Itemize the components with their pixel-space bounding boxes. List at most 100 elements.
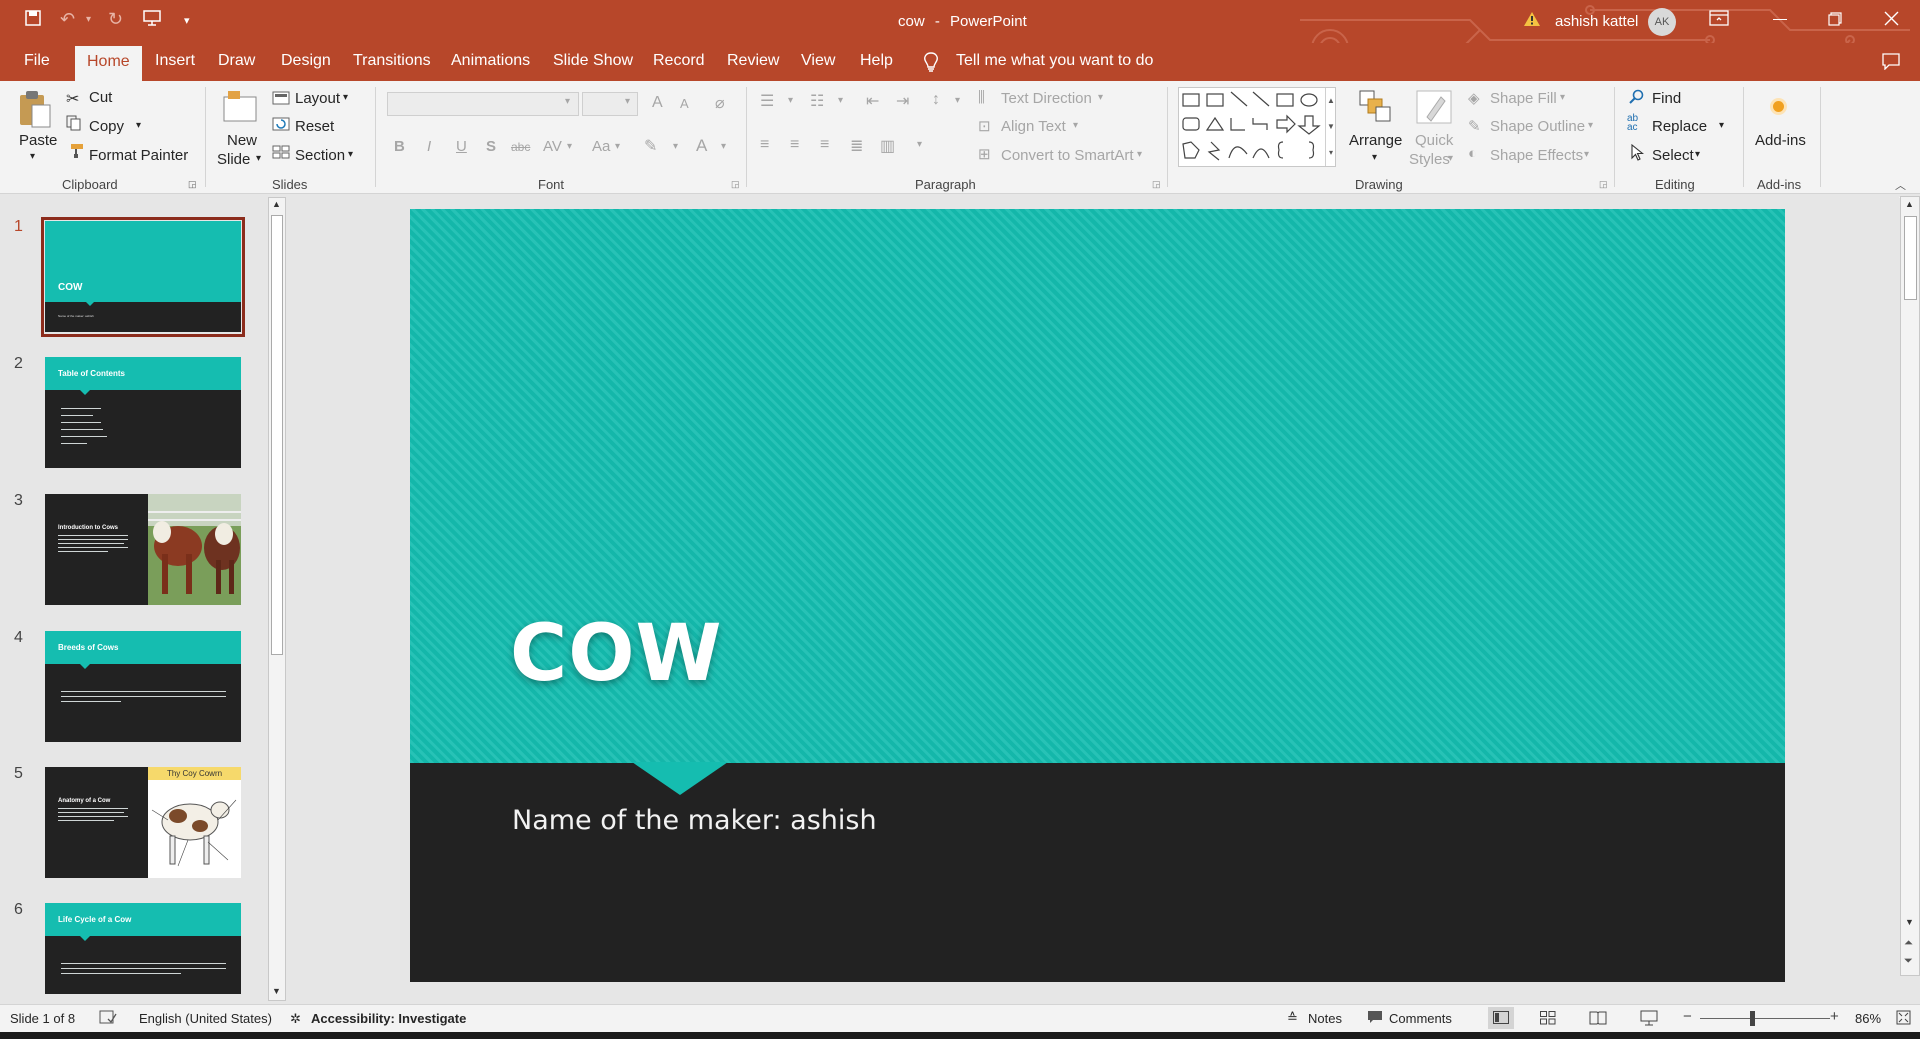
align-text-dropdown-icon[interactable]: ▾ xyxy=(1073,120,1078,131)
replace-dropdown-icon[interactable]: ▾ xyxy=(1719,120,1724,131)
collapse-ribbon-icon[interactable]: ︿ xyxy=(1895,177,1906,193)
redo-icon[interactable]: ↻ xyxy=(108,9,123,30)
tab-slide-show[interactable]: Slide Show xyxy=(553,52,633,70)
tab-home[interactable]: Home xyxy=(75,46,142,81)
fit-to-window-icon[interactable] xyxy=(1896,1010,1911,1028)
cut-button[interactable]: Cut xyxy=(89,89,112,106)
convert-smartart-button[interactable]: Convert to SmartArt xyxy=(1001,147,1134,164)
font-name-dropdown-icon[interactable]: ▾ xyxy=(565,96,570,107)
quick-styles-button[interactable]: Quick xyxy=(1415,132,1453,149)
align-right-icon[interactable]: ≡ xyxy=(820,136,829,154)
previous-slide-icon[interactable]: ⏶ xyxy=(1904,937,1913,950)
highlight-dropdown-icon[interactable]: ▾ xyxy=(673,141,678,152)
layout-dropdown-icon[interactable]: ▾ xyxy=(343,92,348,103)
scroll-thumb[interactable] xyxy=(1904,216,1917,300)
scroll-down-icon[interactable]: ▼ xyxy=(1905,917,1914,927)
change-case-button[interactable]: Aa xyxy=(592,138,610,155)
tab-help[interactable]: Help xyxy=(860,52,893,70)
paste-icon[interactable] xyxy=(18,89,52,133)
comments-pane-icon[interactable] xyxy=(1882,53,1900,74)
align-left-icon[interactable]: ≡ xyxy=(760,136,769,154)
tab-file[interactable]: File xyxy=(24,52,50,70)
normal-view-icon[interactable] xyxy=(1488,1007,1514,1029)
format-painter-button[interactable]: Format Painter xyxy=(89,147,188,164)
font-color-icon[interactable]: A xyxy=(696,136,707,156)
present-icon[interactable] xyxy=(142,9,162,32)
notes-button[interactable]: Notes xyxy=(1308,1011,1342,1026)
editor-scrollbar[interactable]: ▲ ▼ ⏶ ⏷ xyxy=(1900,196,1920,976)
save-icon[interactable] xyxy=(24,9,42,32)
underline-button[interactable]: U xyxy=(456,138,467,155)
find-button[interactable]: Find xyxy=(1652,90,1681,107)
shape-fill-dropdown-icon[interactable]: ▾ xyxy=(1560,92,1565,103)
slide-thumbnail-2[interactable]: Table of Contents xyxy=(45,357,241,468)
accessibility-status[interactable]: Accessibility: Investigate xyxy=(311,1011,466,1026)
customize-qat-icon[interactable]: ▾ xyxy=(184,14,190,27)
language-status[interactable]: English (United States) xyxy=(139,1011,272,1026)
user-name[interactable]: ashish kattel xyxy=(1555,13,1638,30)
slide-sorter-icon[interactable] xyxy=(1540,1011,1556,1028)
quick-styles-label[interactable]: Styles xyxy=(1409,151,1450,168)
columns-dropdown-icon[interactable]: ▾ xyxy=(917,139,922,150)
justify-icon[interactable]: ≣ xyxy=(850,136,863,156)
bullets-dropdown-icon[interactable]: ▾ xyxy=(788,95,793,106)
increase-indent-icon[interactable]: ⇥ xyxy=(896,91,909,111)
ribbon-display-options-icon[interactable] xyxy=(1709,10,1729,30)
change-case-dropdown-icon[interactable]: ▾ xyxy=(615,141,620,152)
scroll-up-icon[interactable]: ▲ xyxy=(1905,199,1914,209)
thumbnail-scrollbar[interactable]: ▲ ▼ xyxy=(268,197,286,1001)
columns-icon[interactable]: ▥ xyxy=(880,136,895,156)
bullets-icon[interactable]: ☰ xyxy=(760,91,774,111)
shape-fill-button[interactable]: Shape Fill xyxy=(1490,90,1557,107)
drawing-launcher-icon[interactable]: ◲ xyxy=(1599,179,1608,190)
zoom-out-icon[interactable]: − xyxy=(1683,1008,1692,1025)
text-direction-dropdown-icon[interactable]: ▾ xyxy=(1098,92,1103,103)
highlight-icon[interactable]: ✎ xyxy=(644,136,657,156)
close-icon[interactable] xyxy=(1884,11,1899,30)
spell-check-icon[interactable] xyxy=(99,1010,117,1028)
tab-view[interactable]: View xyxy=(801,52,835,70)
arrange-dropdown-icon[interactable]: ▾ xyxy=(1372,152,1377,163)
strikethrough-button[interactable]: abc xyxy=(511,140,530,154)
slide-subtitle[interactable]: Name of the maker: ashish xyxy=(512,805,877,836)
zoom-slider-thumb[interactable] xyxy=(1750,1011,1755,1026)
zoom-slider-track[interactable] xyxy=(1700,1018,1830,1019)
gallery-scroll[interactable]: ▲ ▼ ▾ xyxy=(1325,88,1336,166)
copy-dropdown-icon[interactable]: ▾ xyxy=(136,120,141,131)
font-launcher-icon[interactable]: ◲ xyxy=(731,179,740,190)
slide-thumbnail-1[interactable]: COW Name of the maker: ashish xyxy=(45,221,241,332)
avatar[interactable]: AK xyxy=(1648,8,1676,36)
zoom-level[interactable]: 86% xyxy=(1855,1011,1881,1026)
font-name-box[interactable] xyxy=(387,92,579,116)
numbering-icon[interactable]: ☷ xyxy=(810,91,824,111)
quick-styles-dropdown-icon[interactable]: ▾ xyxy=(1448,153,1453,164)
layout-button[interactable]: Layout xyxy=(295,90,340,107)
character-spacing-dropdown-icon[interactable]: ▾ xyxy=(567,141,572,152)
slide-canvas[interactable]: COW Name of the maker: ashish xyxy=(410,209,1785,982)
comments-button[interactable]: Comments xyxy=(1389,1011,1452,1026)
shadow-button[interactable]: S xyxy=(486,138,496,155)
tab-draw[interactable]: Draw xyxy=(218,52,255,70)
restore-icon[interactable] xyxy=(1828,12,1842,30)
paragraph-launcher-icon[interactable]: ◲ xyxy=(1152,179,1161,190)
next-slide-icon[interactable]: ⏷ xyxy=(1904,955,1913,968)
select-dropdown-icon[interactable]: ▾ xyxy=(1695,149,1700,160)
text-direction-button[interactable]: Text Direction xyxy=(1001,90,1092,107)
italic-button[interactable]: I xyxy=(427,138,431,155)
replace-button[interactable]: Replace xyxy=(1652,118,1707,135)
section-dropdown-icon[interactable]: ▾ xyxy=(348,149,353,160)
line-spacing-icon[interactable]: ↕ xyxy=(932,91,940,109)
select-button[interactable]: Select xyxy=(1652,147,1694,164)
tab-record[interactable]: Record xyxy=(653,52,705,70)
tab-animations[interactable]: Animations xyxy=(451,52,530,70)
shape-outline-dropdown-icon[interactable]: ▾ xyxy=(1588,120,1593,131)
undo-icon[interactable]: ↶ xyxy=(60,9,75,30)
numbering-dropdown-icon[interactable]: ▾ xyxy=(838,95,843,106)
tab-insert[interactable]: Insert xyxy=(155,52,195,70)
copy-button[interactable]: Copy xyxy=(89,118,124,135)
minimize-icon[interactable] xyxy=(1773,19,1787,20)
new-slide-label[interactable]: Slide xyxy=(217,151,250,168)
clipboard-launcher-icon[interactable]: ◲ xyxy=(188,179,197,190)
scroll-up-icon[interactable]: ▲ xyxy=(272,199,281,209)
reading-view-icon[interactable] xyxy=(1589,1011,1607,1028)
